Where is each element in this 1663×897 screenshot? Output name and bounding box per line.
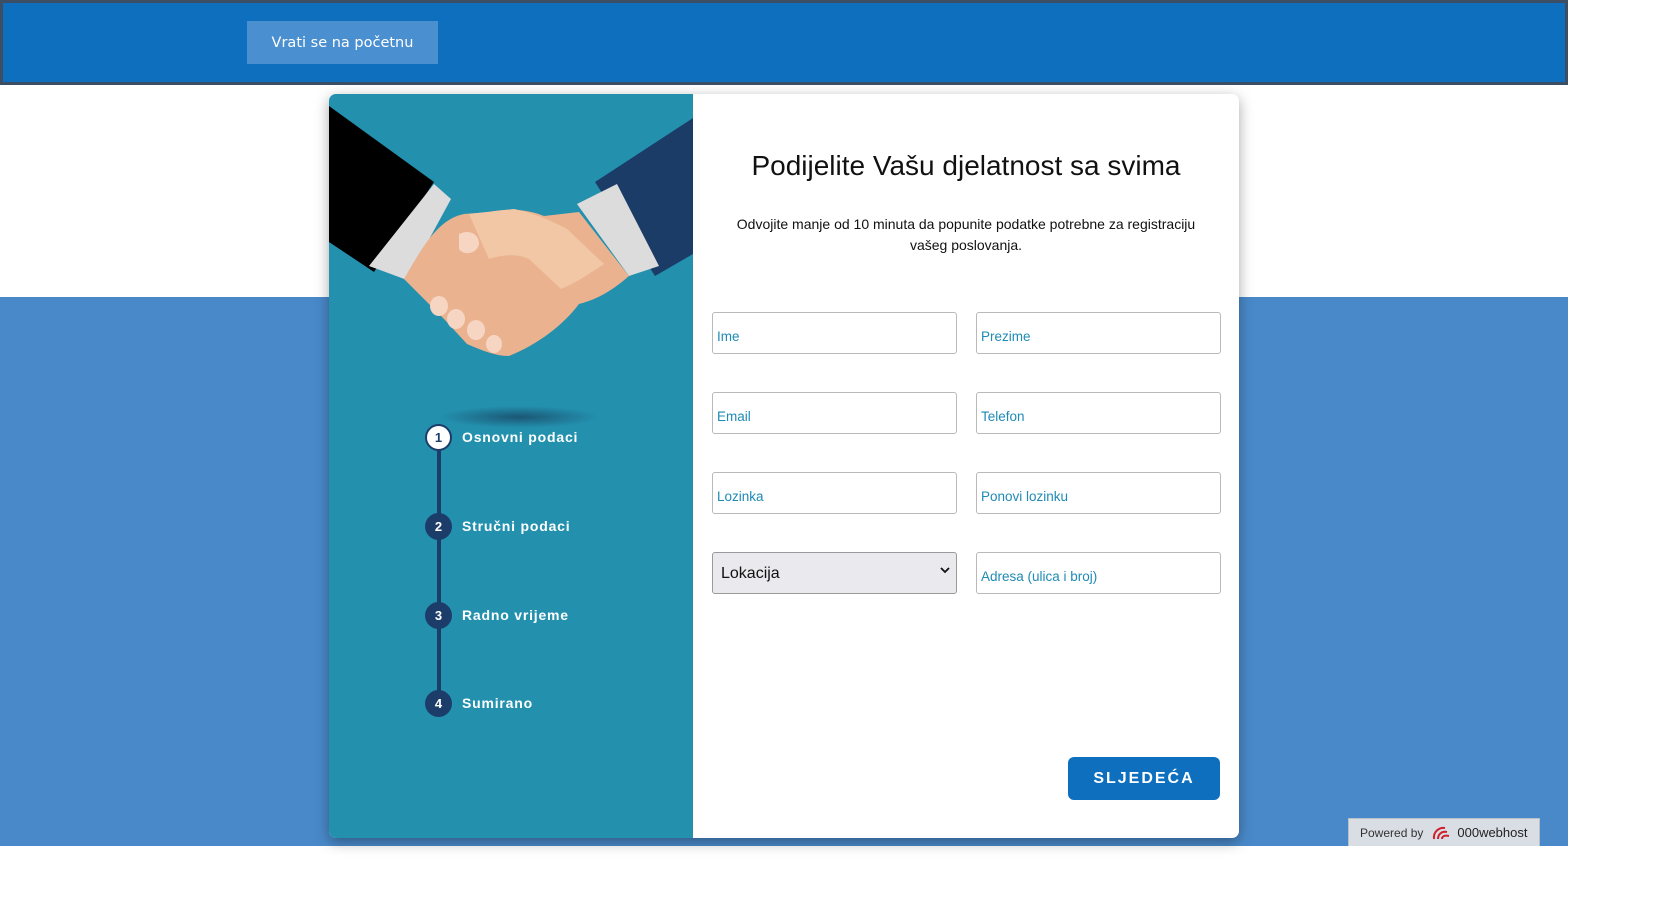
first-name-placeholder: Ime: [717, 329, 740, 344]
address-input[interactable]: Adresa (ulica i broj): [976, 552, 1221, 594]
repeat-password-placeholder: Ponovi lozinku: [981, 489, 1069, 504]
step-label: Radno vrijeme: [462, 607, 569, 623]
000webhost-logo-icon: [1431, 824, 1453, 842]
location-select[interactable]: Lokacija: [712, 552, 957, 594]
address-placeholder: Adresa (ulica i broj): [981, 569, 1098, 584]
email-input[interactable]: Email: [712, 392, 957, 434]
phone-input[interactable]: Telefon: [976, 392, 1221, 434]
password-input[interactable]: Lozinka: [712, 472, 957, 514]
registration-card: 1 Osnovni podaci 2 Stručni podaci 3 Radn…: [329, 94, 1239, 838]
step-label: Sumirano: [462, 695, 533, 711]
first-name-input[interactable]: Ime: [712, 312, 957, 354]
email-placeholder: Email: [717, 409, 751, 424]
powered-by-badge[interactable]: Powered by 000webhost: [1348, 818, 1540, 846]
steps-panel: 1 Osnovni podaci 2 Stručni podaci 3 Radn…: [329, 94, 693, 838]
step-number: 1: [425, 423, 452, 451]
form-title: Podijelite Vašu djelatnost sa svima: [751, 150, 1181, 181]
top-navbar: Vrati se na početnu: [0, 0, 1568, 85]
step-number: 4: [425, 689, 452, 717]
step-progress-line: [437, 444, 441, 702]
form-subtitle: Odvojite manje od 10 minuta da popunite …: [736, 216, 1196, 253]
step-1[interactable]: 1 Osnovni podaci: [425, 423, 578, 451]
step-4[interactable]: 4 Sumirano: [425, 689, 533, 717]
password-placeholder: Lozinka: [717, 489, 764, 504]
powered-by-label: Powered by: [1360, 825, 1424, 840]
last-name-placeholder: Prezime: [981, 329, 1031, 344]
chevron-down-icon: [940, 564, 950, 578]
step-number: 2: [425, 512, 452, 540]
handshake-illustration-icon: [329, 106, 693, 356]
brand-name: 000webhost: [1457, 825, 1528, 840]
form-panel: Podijelite Vašu djelatnost sa svima Odvo…: [693, 94, 1239, 838]
step-label: Stručni podaci: [462, 518, 571, 534]
step-2[interactable]: 2 Stručni podaci: [425, 512, 570, 540]
back-to-home-button[interactable]: Vrati se na početnu: [247, 21, 438, 64]
step-number: 3: [425, 601, 452, 629]
step-label: Osnovni podaci: [462, 429, 579, 445]
repeat-password-input[interactable]: Ponovi lozinku: [976, 472, 1221, 514]
location-select-value: Lokacija: [721, 565, 780, 582]
next-button[interactable]: SLJEDEĆA: [1068, 757, 1220, 800]
step-3[interactable]: 3 Radno vrijeme: [425, 601, 569, 629]
last-name-input[interactable]: Prezime: [976, 312, 1221, 354]
phone-placeholder: Telefon: [981, 409, 1025, 424]
